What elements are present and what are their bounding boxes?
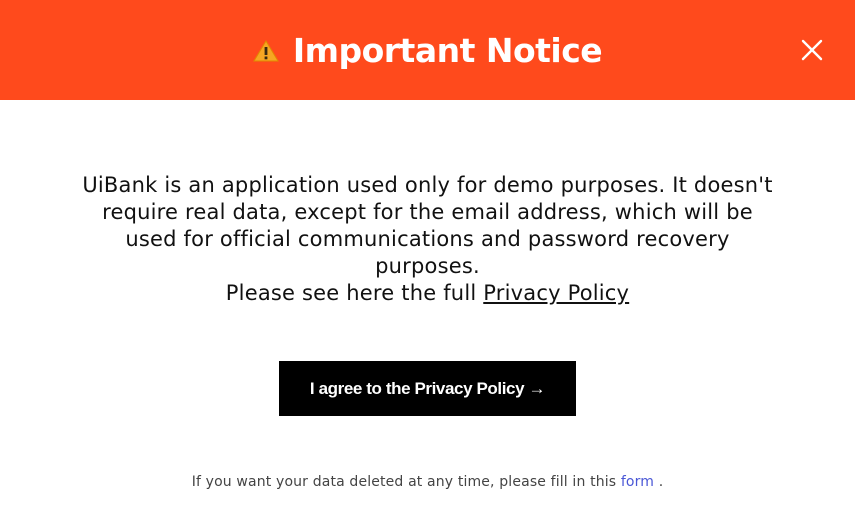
notice-line-1: UiBank is an application used only for d…: [82, 173, 773, 197]
notice-line-2: require real data, except for the email …: [102, 200, 753, 224]
notice-line-5: Please see here the full Privacy Policy: [45, 280, 810, 307]
deletion-form-link[interactable]: form: [621, 474, 654, 490]
footer-prefix-text: If you want your data deleted at any tim…: [191, 474, 621, 490]
dialog-title: Important Notice: [292, 30, 603, 70]
privacy-policy-link[interactable]: Privacy Policy: [483, 281, 629, 305]
notice-line-4: purposes.: [375, 254, 480, 278]
privacy-notice-dialog: Important Notice UiBank is an applicatio…: [0, 0, 855, 517]
footer-suffix-text: .: [654, 474, 664, 490]
dialog-header: Important Notice: [0, 0, 855, 100]
title-group: Important Notice: [252, 30, 603, 70]
notice-body: UiBank is an application used only for d…: [0, 172, 855, 307]
notice-line-3: used for official communications and pas…: [125, 227, 730, 251]
warning-icon: [252, 40, 279, 62]
close-button[interactable]: [799, 37, 825, 63]
data-deletion-note: If you want your data deleted at any tim…: [0, 474, 855, 490]
privacy-prefix-text: Please see here the full: [225, 281, 484, 305]
agree-privacy-button[interactable]: I agree to the Privacy Policy →: [279, 361, 576, 416]
close-icon: [801, 39, 823, 61]
